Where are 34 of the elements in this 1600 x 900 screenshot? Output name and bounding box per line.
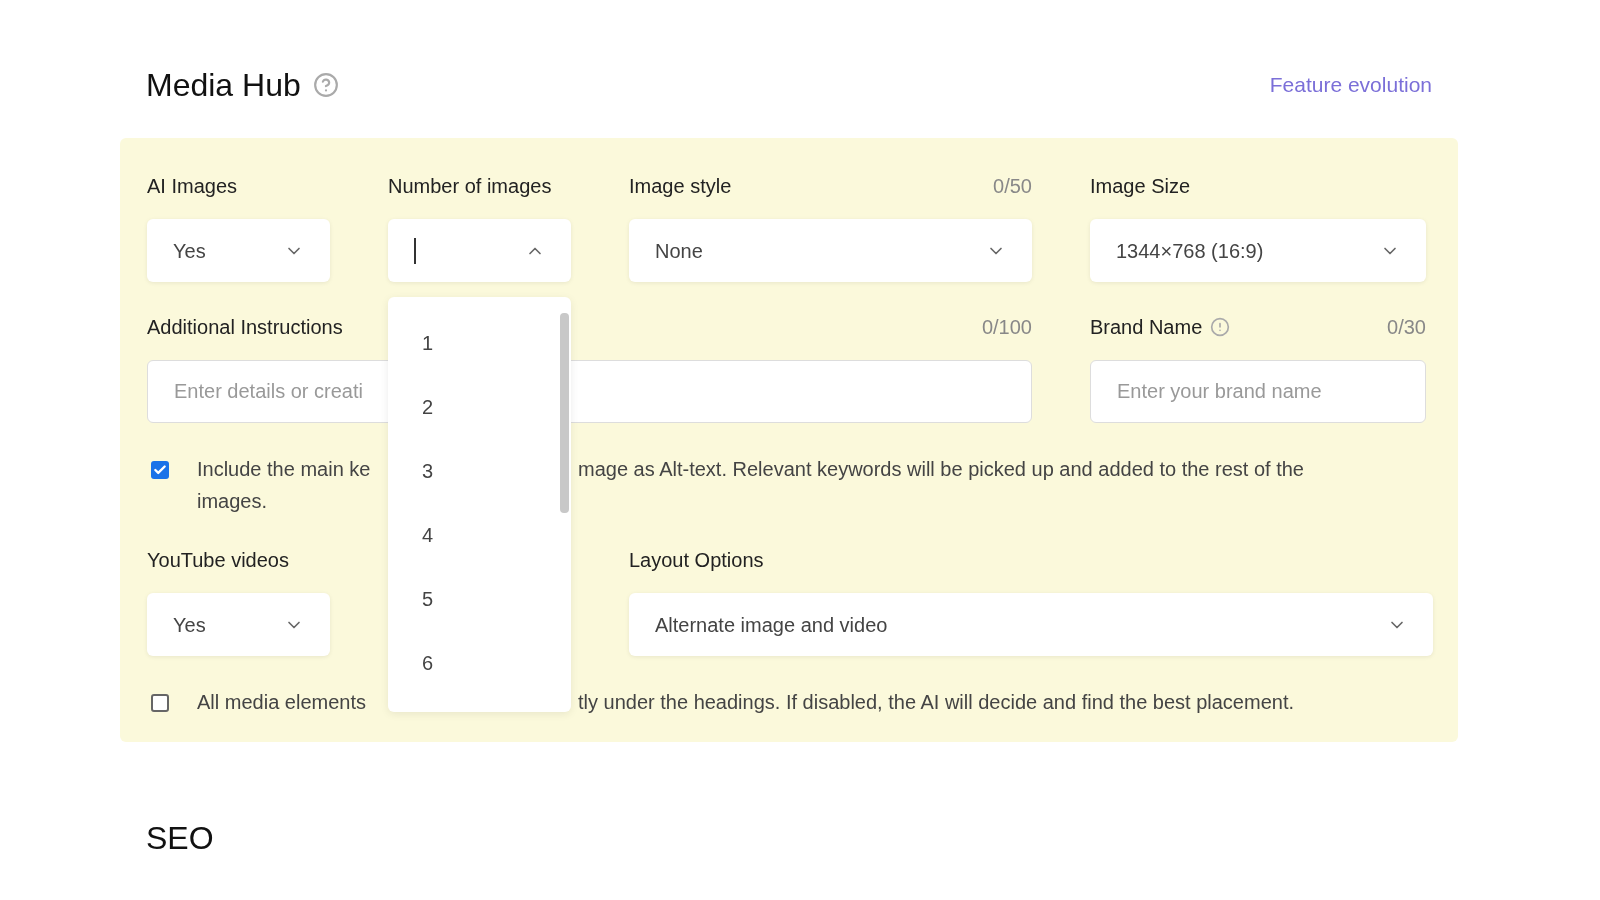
field-label: Additional Instructions <box>147 315 343 340</box>
section-title: Media Hub <box>146 66 301 105</box>
checkbox[interactable] <box>151 461 169 479</box>
character-counter: 0/30 <box>1387 315 1426 340</box>
brand-name-field[interactable]: Enter your brand name <box>1090 360 1426 423</box>
section-title: SEO <box>146 819 215 858</box>
field-label: Image Size <box>1090 174 1192 199</box>
option-text: mage as Alt-text. Relevant keywords will be picked up and added to the rest of the <box>578 457 1304 482</box>
number-of-images-field[interactable] <box>388 219 571 282</box>
option-text: Include the main ke <box>197 458 371 480</box>
field-label: Number of images <box>388 174 553 199</box>
feature-evolution-link[interactable]: Feature evolution <box>1269 69 1432 101</box>
checkbox[interactable] <box>151 694 169 712</box>
character-counter: 0/50 <box>993 174 1032 199</box>
field-label: Image style <box>629 174 732 199</box>
ai-images-select[interactable]: Yes <box>147 219 330 282</box>
dropdown-option[interactable]: 4 <box>388 503 560 567</box>
info-icon[interactable] <box>1210 317 1231 337</box>
character-counter: 0/100 <box>981 315 1032 340</box>
option-text: tly under the headings. If disabled, the AI will decide and find the best placement. <box>578 690 1294 715</box>
option-text: All media elements <box>197 691 366 713</box>
field-label: Layout Options <box>629 548 765 573</box>
dropdown-option[interactable]: 3 <box>388 439 560 503</box>
help-icon[interactable] <box>312 72 339 98</box>
dropdown-option[interactable]: 5 <box>388 567 560 631</box>
layout-options-select[interactable]: Alternate image and video <box>629 593 1433 656</box>
image-size-select[interactable]: 1344×768 (16:9) <box>1090 219 1426 282</box>
field-label: AI Images <box>147 174 239 199</box>
image-style-select[interactable]: None <box>629 219 1032 282</box>
option-text: images. <box>197 489 268 514</box>
field-label: YouTube videos <box>147 548 290 573</box>
youtube-videos-select[interactable]: Yes <box>147 593 330 656</box>
dropdown-option[interactable]: 6 <box>388 631 560 695</box>
field-label: Brand Name <box>1090 315 1203 340</box>
